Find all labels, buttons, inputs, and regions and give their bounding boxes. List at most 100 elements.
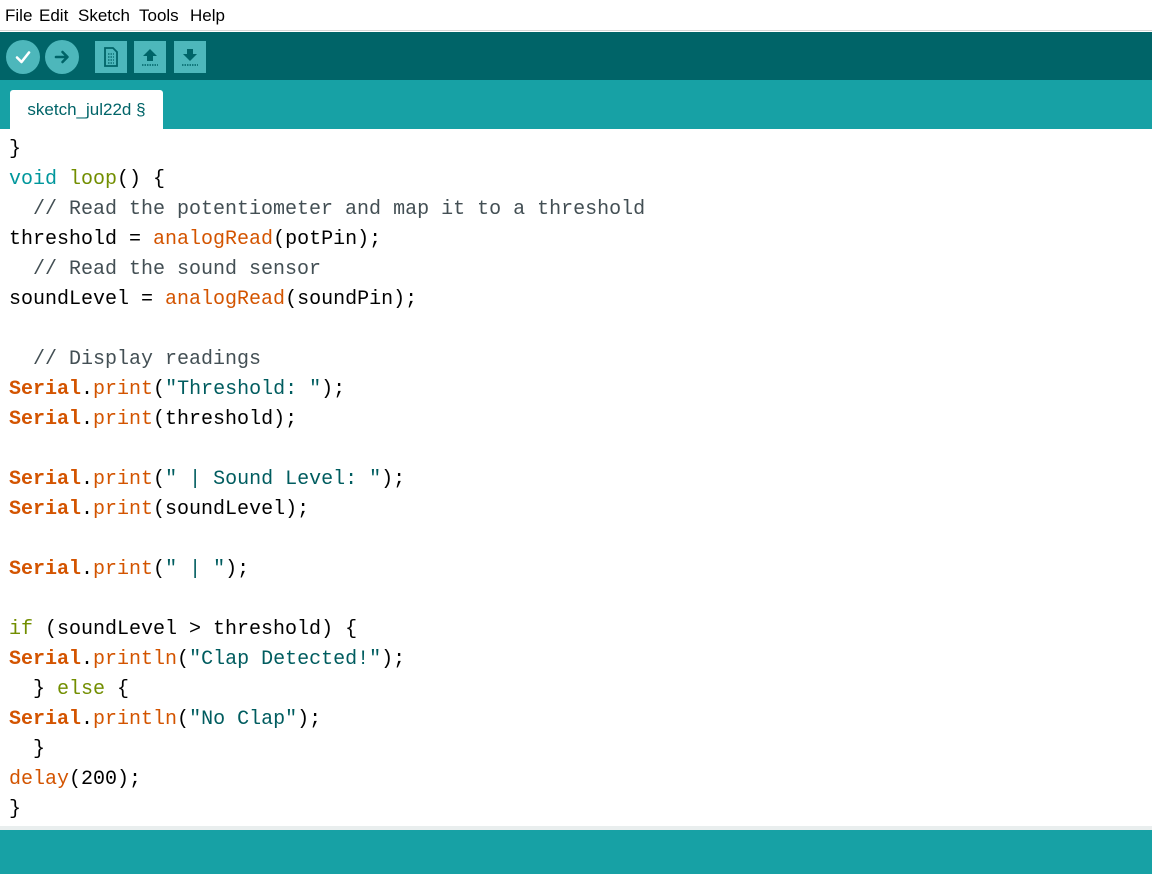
code-token: " | Sound Level: " xyxy=(165,468,382,491)
code-token: threshold = xyxy=(9,228,154,251)
code-line: Serial.print("Threshold: "); xyxy=(9,375,645,405)
code-token: . xyxy=(81,468,94,491)
code-token: // Read the potentiometer and map it to … xyxy=(9,198,646,221)
code-token: print xyxy=(93,408,154,431)
code-token: Serial xyxy=(9,468,82,491)
code-token: print xyxy=(93,468,154,491)
verify-icon xyxy=(15,51,31,64)
code-token: . xyxy=(81,558,94,581)
status-area xyxy=(0,830,1152,874)
code-line: } xyxy=(9,135,645,165)
code-token: ); xyxy=(381,648,406,671)
code-token: Serial xyxy=(9,558,82,581)
code-line: // Read the potentiometer and map it to … xyxy=(9,195,645,225)
save-sketch-button[interactable] xyxy=(174,41,206,73)
menu-edit[interactable]: Edit xyxy=(39,6,68,26)
code-line: Serial.print(" | "); xyxy=(9,555,645,585)
code-token: ); xyxy=(381,468,406,491)
code-token: ( xyxy=(153,558,166,581)
code-token: println xyxy=(93,708,178,731)
code-token: } xyxy=(9,798,22,821)
code-token: (200); xyxy=(69,768,142,791)
code-line: void loop() { xyxy=(9,165,645,195)
code-token: ); xyxy=(297,708,322,731)
code-token: if xyxy=(9,618,34,641)
code-token: void xyxy=(9,168,58,191)
code-line: Serial.println("No Clap"); xyxy=(9,705,645,735)
code-token: (potPin); xyxy=(273,228,382,251)
code-line: // Read the sound sensor xyxy=(9,255,645,285)
code-token: "Threshold: " xyxy=(165,378,322,401)
code-token: . xyxy=(81,708,94,731)
code-token: } xyxy=(9,138,22,161)
menu-tools[interactable]: Tools xyxy=(139,6,179,26)
code-editor[interactable]: } void loop() { // Read the potentiometer… xyxy=(0,129,1152,827)
tab-label: sketch_jul22d § xyxy=(27,99,146,119)
code-token: ( xyxy=(153,468,166,491)
code-token: } xyxy=(9,678,58,701)
code-token: (threshold); xyxy=(153,408,298,431)
code-line: threshold = analogRead(potPin); xyxy=(9,225,645,255)
code-token: "No Clap" xyxy=(189,708,298,731)
code-token: ); xyxy=(321,378,346,401)
code-token: (soundLevel > threshold) { xyxy=(33,618,358,641)
menu-bar: File Edit Sketch Tools Help xyxy=(0,0,1152,31)
code-token: // Read the sound sensor xyxy=(9,258,322,281)
code-token: ); xyxy=(225,558,250,581)
code-token: "Clap Detected!" xyxy=(189,648,382,671)
code-line: } else { xyxy=(9,675,645,705)
code-token: Serial xyxy=(9,408,82,431)
code-line: Serial.print(soundLevel); xyxy=(9,495,645,525)
code-token: println xyxy=(93,648,178,671)
code-line: } xyxy=(9,795,645,825)
upload-button[interactable] xyxy=(45,40,79,74)
new-sketch-button[interactable] xyxy=(95,41,127,73)
code-line: Serial.print(" | Sound Level: "); xyxy=(9,465,645,495)
code-token: ( xyxy=(177,648,190,671)
code-token: analogRead xyxy=(153,228,274,251)
verify-button[interactable] xyxy=(6,40,40,74)
code-token: () { xyxy=(117,168,166,191)
code-token: (soundPin); xyxy=(285,288,418,311)
code-token: delay xyxy=(9,768,70,791)
code-line: Serial.println("Clap Detected!"); xyxy=(9,645,645,675)
code-line: Serial.print(threshold); xyxy=(9,405,645,435)
code-token: (soundLevel); xyxy=(153,498,310,521)
menu-help[interactable]: Help xyxy=(190,6,225,26)
code-token: Serial xyxy=(9,708,82,731)
code-token: " | " xyxy=(165,558,226,581)
menu-sketch[interactable]: Sketch xyxy=(78,6,130,26)
code-token: . xyxy=(81,648,94,671)
toolbar xyxy=(0,32,1152,80)
code-lines: } void loop() { // Read the potentiometer… xyxy=(9,135,645,825)
code-token: print xyxy=(93,558,154,581)
code-token: print xyxy=(93,498,154,521)
code-line: // Display readings xyxy=(9,345,645,375)
open-sketch-button[interactable] xyxy=(134,41,166,73)
code-token: Serial xyxy=(9,648,82,671)
code-token: . xyxy=(81,378,94,401)
upload-arrow-icon xyxy=(54,50,69,64)
code-token: . xyxy=(81,408,94,431)
code-token: Serial xyxy=(9,498,82,521)
code-line: } xyxy=(9,735,645,765)
code-line: delay(200); xyxy=(9,765,645,795)
code-token: ( xyxy=(177,708,190,731)
code-line: if (soundLevel > threshold) { xyxy=(9,615,645,645)
code-token: } xyxy=(9,738,46,761)
code-token: soundLevel = xyxy=(9,288,166,311)
code-token: Serial xyxy=(9,378,82,401)
code-token: print xyxy=(93,378,154,401)
new-file-icon xyxy=(104,47,118,67)
code-token: loop xyxy=(69,168,118,191)
menu-file[interactable]: File xyxy=(5,6,32,26)
code-token: // Display readings xyxy=(9,348,262,371)
code-token: . xyxy=(81,498,94,521)
open-arrow-up-icon xyxy=(142,49,158,66)
tab-sketch[interactable]: sketch_jul22d § xyxy=(10,90,163,129)
